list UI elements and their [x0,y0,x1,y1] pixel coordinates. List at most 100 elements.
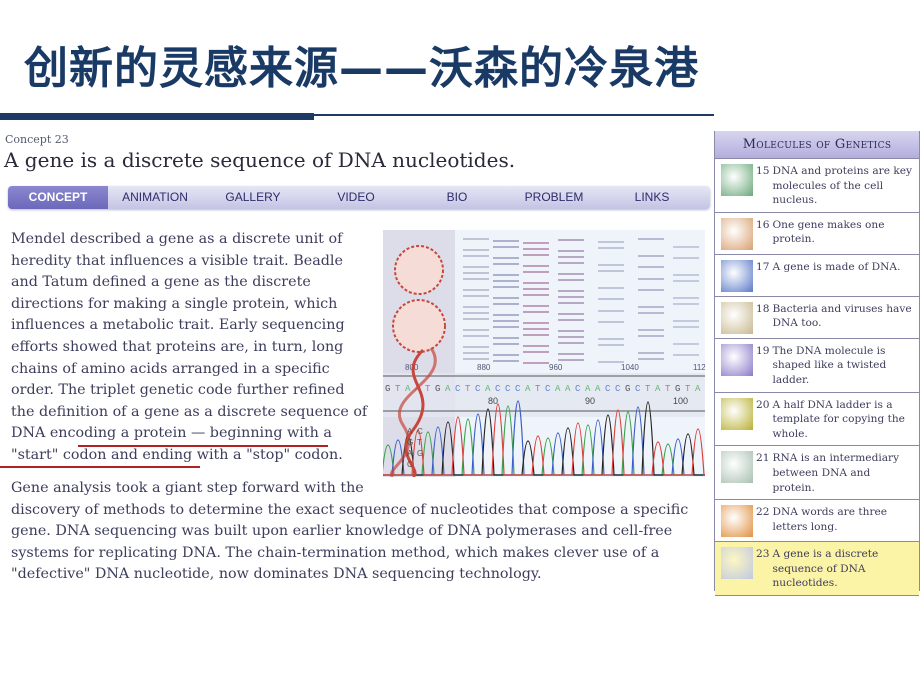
tab-animation[interactable]: ANIMATION [108,186,202,209]
sequence-letter: A [595,384,601,394]
gel-band [523,305,549,307]
sidebar-item-20[interactable]: 20 A half DNA ladder is a template for co… [715,393,919,447]
gel-band [493,286,519,288]
sidebar-item-22[interactable]: 22 DNA words are three letters long. [715,500,919,543]
sidebar-item-18[interactable]: 18 Bacteria and viruses have DNA too. [715,297,919,339]
sidebar-item-label: DNA and proteins are key molecules of th… [772,165,913,207]
gel-band [493,314,519,316]
helix-base-letter: G [417,449,423,458]
gel-band [493,320,519,322]
gel-band [558,336,584,338]
gel-band [523,311,549,313]
sidebar-list: 15 DNA and proteins are key molecules of … [715,159,919,596]
sidebar-item-label: Bacteria and viruses have DNA too. [772,302,912,330]
sidebar-item-21[interactable]: 21 RNA is an intermediary between DNA and… [715,446,919,501]
sidebar-item-label: A half DNA ladder is a template for copy… [772,398,905,440]
gel-band [558,256,584,258]
gel-band [598,338,624,340]
gel-band [638,312,664,314]
helix-base-letter: C [417,427,423,436]
sequence-letter: T [685,384,691,394]
gel-band [558,359,584,361]
gel-band [673,326,699,328]
gel-band [523,288,549,290]
gel-band [638,335,664,337]
top-tick-label: 1040 [621,363,639,372]
tab-video[interactable]: VIDEO [304,186,408,209]
gel-band [673,320,699,322]
sequencing-paragraph: Gene analysis took a giant step forward … [11,478,701,586]
cell-nucleus-thumbnail-icon [721,164,753,196]
gel-band [463,335,489,337]
sequence-letter: T [395,384,401,394]
gel-band [463,272,489,274]
gel-band [598,298,624,300]
gel-band [493,246,519,248]
helix-base-letter: A [407,449,413,458]
sequence-letter: A [695,384,701,394]
top-tick-label: 960 [549,363,563,372]
sidebar-item-label: The DNA molecule is shaped like a twiste… [772,344,887,386]
sequencing-illustration: 80088096010401120 GTAATGACTCACCCATCAACAA… [383,230,705,477]
gel-band [463,346,489,348]
gel-band [523,242,549,244]
gel-band [598,241,624,243]
sequence-letter: A [565,384,571,394]
sequence-letter: G [625,384,630,394]
gel-band [638,255,664,257]
sidebar-item-15[interactable]: 15 DNA and proteins are key molecules of … [715,159,919,213]
sidebar-item-number: 19 [756,344,770,357]
gel-band [558,279,584,281]
title-rule-thin [314,114,714,116]
sidebar-item-23[interactable]: 23 A gene is a discrete sequence of DNA n… [715,542,919,596]
sequence-letter: T [425,384,431,394]
sequence-letter: A [485,384,491,394]
sequence-letter: C [635,384,641,394]
tab-gallery[interactable]: GALLERY [202,186,304,209]
sidebar-item-16[interactable]: 16 One gene makes one protein. [715,213,919,255]
sequence-letter: C [505,384,511,394]
sidebar-header: Molecules of Genetics [715,131,919,159]
sidebar-item-19[interactable]: 19 The DNA molecule is shaped like a twis… [715,339,919,393]
sidebar-item-label: DNA words are three letters long. [772,506,888,533]
sequencing-text-line1: Gene analysis took a giant step forward … [11,480,364,496]
sidebar-item-number: 21 [756,452,770,465]
gel-band [493,303,519,305]
gel-band [463,278,489,280]
rna-thumbnail-icon [721,451,753,484]
sidebar-item-number: 15 [756,165,770,177]
gel-band [463,238,489,240]
gel-band [493,343,519,345]
sidebar-item-label: A gene is made of DNA. [772,260,901,273]
tab-concept[interactable]: CONCEPT [8,186,108,209]
gel-band [638,266,664,268]
tab-problem[interactable]: PROBLEM [506,186,602,209]
gel-band [463,289,489,291]
sequence-letter: C [455,384,461,394]
gel-band [523,294,549,296]
bottom-tick-label: 80 [488,396,498,406]
sequence-letter: T [465,384,471,394]
helix-base-letter: T [417,438,422,447]
gel-band [598,344,624,346]
gel-band [493,280,519,282]
tab-bar: CONCEPT ANIMATION GALLERY VIDEO BIO PROB… [8,186,710,209]
gel-band [523,351,549,353]
codon-thumbnail-icon [721,505,753,538]
gel-band [523,254,549,256]
sidebar-item-17[interactable]: 17 A gene is made of DNA. [715,255,919,297]
gel-band [638,306,664,308]
gel-band [523,271,549,273]
tab-bio[interactable]: BIO [408,186,506,209]
intro-paragraph: Mendel described a gene as a discrete un… [11,229,371,467]
gel-band [463,312,489,314]
gel-band [463,266,489,268]
gel-band [673,274,699,276]
sequence-letter: C [615,384,621,394]
gel-band [463,295,489,297]
sidebar-item-label: One gene makes one protein. [772,218,885,246]
sidebar-item-label: RNA is an intermediary between DNA and p… [772,452,900,494]
bottom-tick-label: 90 [585,396,595,406]
tab-links[interactable]: LINKS [602,186,702,209]
sequence-band [383,373,705,417]
